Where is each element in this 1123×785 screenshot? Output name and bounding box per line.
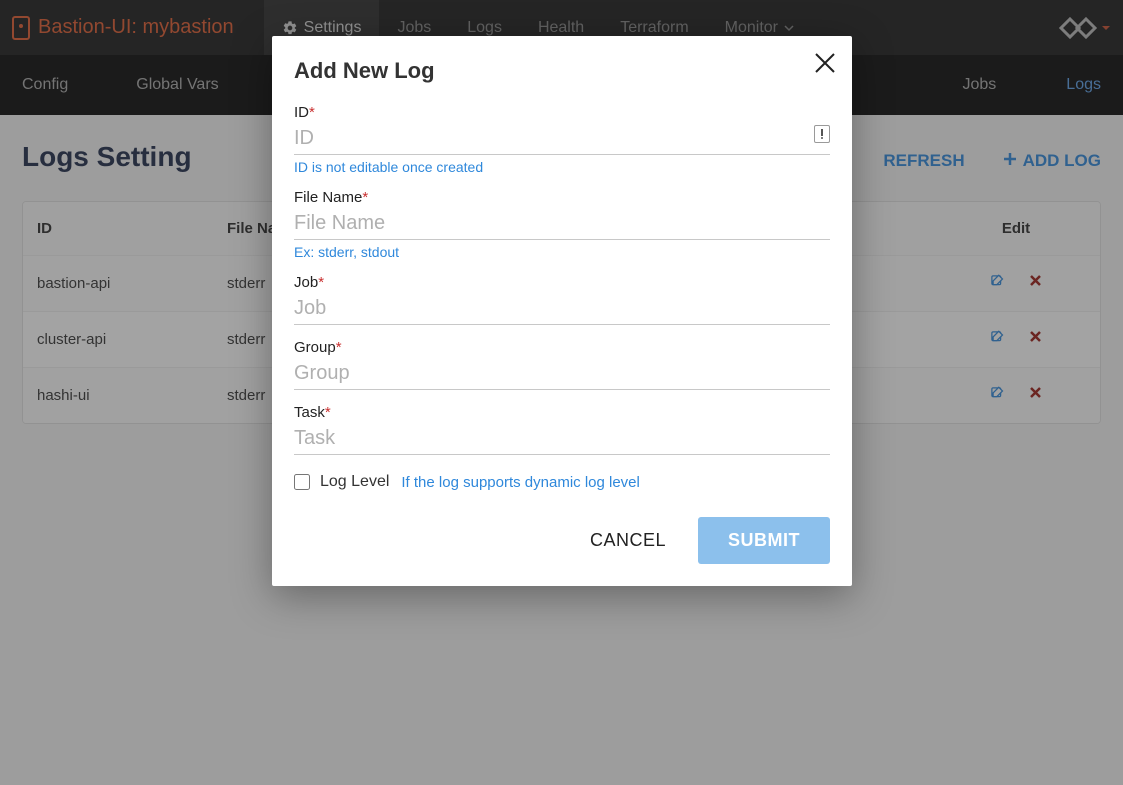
required-mark: * (318, 274, 324, 291)
id-input-wrap (294, 123, 830, 155)
form-group-job: Job* (294, 274, 830, 325)
id-label: ID* (294, 104, 830, 121)
log-level-hint: If the log supports dynamic log level (401, 474, 639, 491)
log-level-checkbox[interactable] (294, 474, 310, 490)
form-group-task: Task* (294, 404, 830, 455)
add-log-dialog: Add New Log ID* ID is not editable once … (272, 36, 852, 586)
form-group-group: Group* (294, 339, 830, 390)
group-label: Group* (294, 339, 830, 356)
dialog-actions: CANCEL SUBMIT (294, 517, 830, 564)
required-mark: * (325, 404, 331, 421)
submit-button[interactable]: SUBMIT (698, 517, 830, 564)
dialog-title: Add New Log (294, 58, 830, 84)
required-mark: * (336, 339, 342, 356)
file-name-input[interactable] (294, 208, 830, 240)
cancel-button[interactable]: CANCEL (582, 520, 674, 561)
group-input[interactable] (294, 358, 830, 390)
file-name-label-text: File Name (294, 189, 362, 206)
file-name-label: File Name* (294, 189, 830, 206)
job-label: Job* (294, 274, 830, 291)
log-level-row: Log Level If the log supports dynamic lo… (294, 473, 830, 491)
id-hint: ID is not editable once created (294, 159, 830, 175)
file-name-hint: Ex: stderr, stdout (294, 244, 830, 260)
task-input[interactable] (294, 423, 830, 455)
close-icon[interactable] (812, 50, 838, 76)
id-label-text: ID (294, 104, 309, 121)
log-level-label: Log Level (320, 473, 389, 491)
required-mark: * (309, 104, 315, 121)
input-alert-icon[interactable] (814, 125, 830, 143)
id-input[interactable] (294, 123, 830, 155)
form-group-id: ID* ID is not editable once created (294, 104, 830, 175)
required-mark: * (362, 189, 368, 206)
task-label-text: Task (294, 404, 325, 421)
job-input[interactable] (294, 293, 830, 325)
group-label-text: Group (294, 339, 336, 356)
form-group-file-name: File Name* Ex: stderr, stdout (294, 189, 830, 260)
job-label-text: Job (294, 274, 318, 291)
task-label: Task* (294, 404, 830, 421)
